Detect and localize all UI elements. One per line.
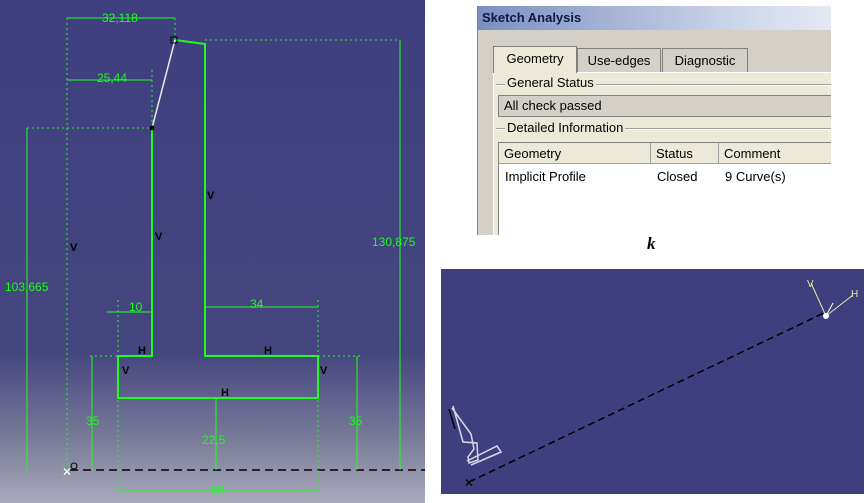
vertical-constraint-symbol: V [155, 231, 163, 243]
vertical-constraint-symbol: V [207, 190, 215, 202]
row-comment-cell[interactable]: 9 Curve(s) [725, 169, 786, 184]
general-status-label: General Status [505, 75, 596, 90]
column-header-geometry[interactable]: Geometry [499, 143, 651, 164]
origin-icon: ✕ [464, 476, 474, 490]
axis-h-label: H [851, 289, 858, 300]
detailed-information-table: Geometry Status Comment Implicit Profile… [498, 142, 831, 235]
detailed-information-label: Detailed Information [505, 120, 626, 135]
row-geometry-cell[interactable]: Implicit Profile [505, 169, 586, 184]
dim-left-offset[interactable]: 25,44 [97, 71, 127, 85]
dim-right-height[interactable]: 130,875 [372, 235, 416, 249]
tab-diagnostic[interactable]: Diagnostic [662, 48, 748, 72]
dim-flange-offset[interactable]: 34 [250, 297, 264, 311]
sketch-viewport[interactable]: ✕ 32,118 25,44 103,665 130,875 10 34 35 … [0, 0, 425, 503]
dim-base-right-height[interactable]: 35 [349, 414, 363, 428]
sketch-profile-slanted-edge[interactable] [151, 39, 176, 129]
row-status-cell[interactable]: Closed [657, 169, 697, 184]
sketch-analysis-dialog: Sketch Analysis Geometry Use-edges Diagn… [477, 6, 831, 235]
dim-base-left-height[interactable]: 35 [86, 414, 100, 428]
axis-triad-h [825, 294, 854, 317]
dim-top-width[interactable]: 32,118 [102, 11, 138, 25]
sketch-canvas: ✕ 32,118 25,44 103,665 130,875 10 34 35 … [5, 11, 425, 497]
axis-v-label: V [807, 279, 814, 290]
dialog-title[interactable]: Sketch Analysis [478, 6, 831, 30]
isometric-canvas: ✕ V H [448, 279, 858, 490]
vertical-constraint-symbol: V [70, 242, 78, 254]
tab-geometry[interactable]: Geometry [493, 46, 577, 73]
profile-vertex[interactable] [149, 125, 155, 131]
horizontal-constraint-symbol: H [138, 345, 146, 357]
profile-outline[interactable] [451, 405, 479, 464]
horizontal-constraint-symbol: H [221, 387, 229, 399]
horizontal-constraint-symbol: H [264, 345, 272, 357]
axis-origin-icon [823, 313, 829, 319]
origin-icon: ✕ [62, 465, 72, 479]
vertical-constraint-symbol: V [122, 365, 130, 377]
sketch-profile[interactable] [117, 39, 319, 399]
figure-caption: k [647, 234, 656, 253]
isometric-viewport[interactable]: ✕ V H [441, 269, 864, 494]
column-header-status[interactable]: Status [651, 143, 719, 164]
dim-base-thickness[interactable]: 22,5 [202, 433, 226, 447]
column-header-comment[interactable]: Comment [719, 143, 831, 164]
dim-web-offset[interactable]: 10 [129, 300, 143, 314]
general-status-field: All check passed [498, 95, 831, 117]
vertical-constraint-symbol: V [320, 365, 328, 377]
projection-line [468, 311, 827, 483]
tab-use-edges[interactable]: Use-edges [577, 48, 661, 72]
dim-base-width[interactable]: 60 [211, 483, 225, 497]
dim-left-height[interactable]: 103,665 [5, 280, 49, 294]
